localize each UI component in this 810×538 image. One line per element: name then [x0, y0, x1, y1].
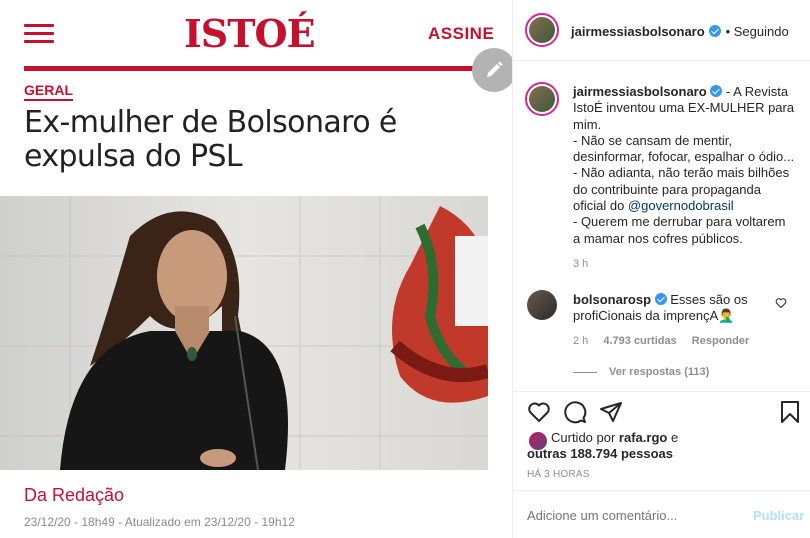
commenter-avatar[interactable]: [527, 290, 557, 320]
mention-link[interactable]: @governodobrasil: [628, 198, 734, 213]
caption-avatar[interactable]: [525, 82, 559, 116]
hamburger-icon: [24, 24, 54, 44]
replies-dash: [573, 371, 597, 373]
likes-summary: Curtido por rafa.rgo e outras 188.794 pe…: [527, 430, 797, 462]
commenter-username[interactable]: bolsonarosp: [573, 292, 651, 307]
actions-divider: [513, 391, 810, 392]
reply-button[interactable]: Responder: [692, 335, 749, 347]
author-avatar[interactable]: [525, 13, 559, 47]
author-username[interactable]: jairmessiasbolsonaro: [571, 24, 705, 39]
view-replies-button[interactable]: Ver respostas (113): [573, 366, 709, 378]
bookmark-icon[interactable]: [779, 400, 801, 424]
facepalm-emoji: 🤦‍♂️: [718, 308, 735, 324]
verified-badge-icon: [710, 85, 723, 97]
section-tag: GERAL: [24, 82, 73, 101]
istoe-logo: ISTOÉ: [184, 11, 316, 56]
article-byline: Da Redação: [24, 485, 125, 505]
comment-heart-icon[interactable]: [775, 297, 787, 309]
verified-badge-icon: [654, 293, 667, 305]
speech-bubble-icon[interactable]: [563, 400, 587, 424]
pencil-icon[interactable]: [472, 48, 512, 92]
view-replies-label: Ver respostas (113): [609, 366, 710, 378]
caption-timestamp[interactable]: 3 h: [573, 258, 588, 270]
post-header: jairmessiasbolsonaro • Seguindo: [513, 0, 810, 61]
comment-meta: 2 h 4.793 curtidas Responder: [573, 335, 761, 347]
comment-item: bolsonarosp Esses são os profiCionais da…: [573, 292, 773, 325]
comment-composer: Publicar: [513, 490, 810, 538]
caption-line: - Não se cansam de mentir, desinformar, …: [573, 132, 795, 165]
publish-button[interactable]: Publicar: [753, 508, 804, 523]
comment-timestamp[interactable]: 2 h: [573, 335, 588, 347]
post-sidebar: jairmessiasbolsonaro • Seguindo jairmess…: [512, 0, 810, 538]
article-dateline: 23/12/20 - 18h49 - Atualizado em 23/12/2…: [24, 515, 295, 529]
likes-middle: e: [667, 430, 679, 445]
post-image[interactable]: ISTOÉ ASSINE GERAL Ex-mulher de Bolsonar…: [0, 0, 512, 538]
verified-badge-icon: [709, 25, 722, 37]
comment-input[interactable]: [527, 508, 747, 523]
caption-line: - Querem me derrubar para voltarem a mam…: [573, 214, 786, 246]
article-headline: Ex-mulher de Bolsonaro é expulsa do PSL: [24, 105, 397, 174]
post-time-ago[interactable]: HÁ 3 HORAS: [527, 469, 590, 480]
liker-username[interactable]: rafa.rgo: [619, 430, 667, 445]
likes-others-link[interactable]: outras 188.794 pessoas: [527, 446, 673, 461]
header-divider: [24, 66, 490, 71]
paper-plane-icon[interactable]: [599, 400, 623, 424]
likes-prefix: Curtido por: [551, 430, 619, 445]
follow-status[interactable]: • Seguindo: [726, 24, 789, 39]
heart-icon[interactable]: [527, 400, 551, 424]
subscribe-label: ASSINE: [428, 24, 495, 43]
comment-likes[interactable]: 4.793 curtidas: [603, 335, 676, 347]
post-caption: jairmessiasbolsonaro - A Revista IstoÉ i…: [573, 84, 795, 247]
article-photo: [0, 196, 488, 470]
caption-username[interactable]: jairmessiasbolsonaro: [573, 84, 707, 99]
